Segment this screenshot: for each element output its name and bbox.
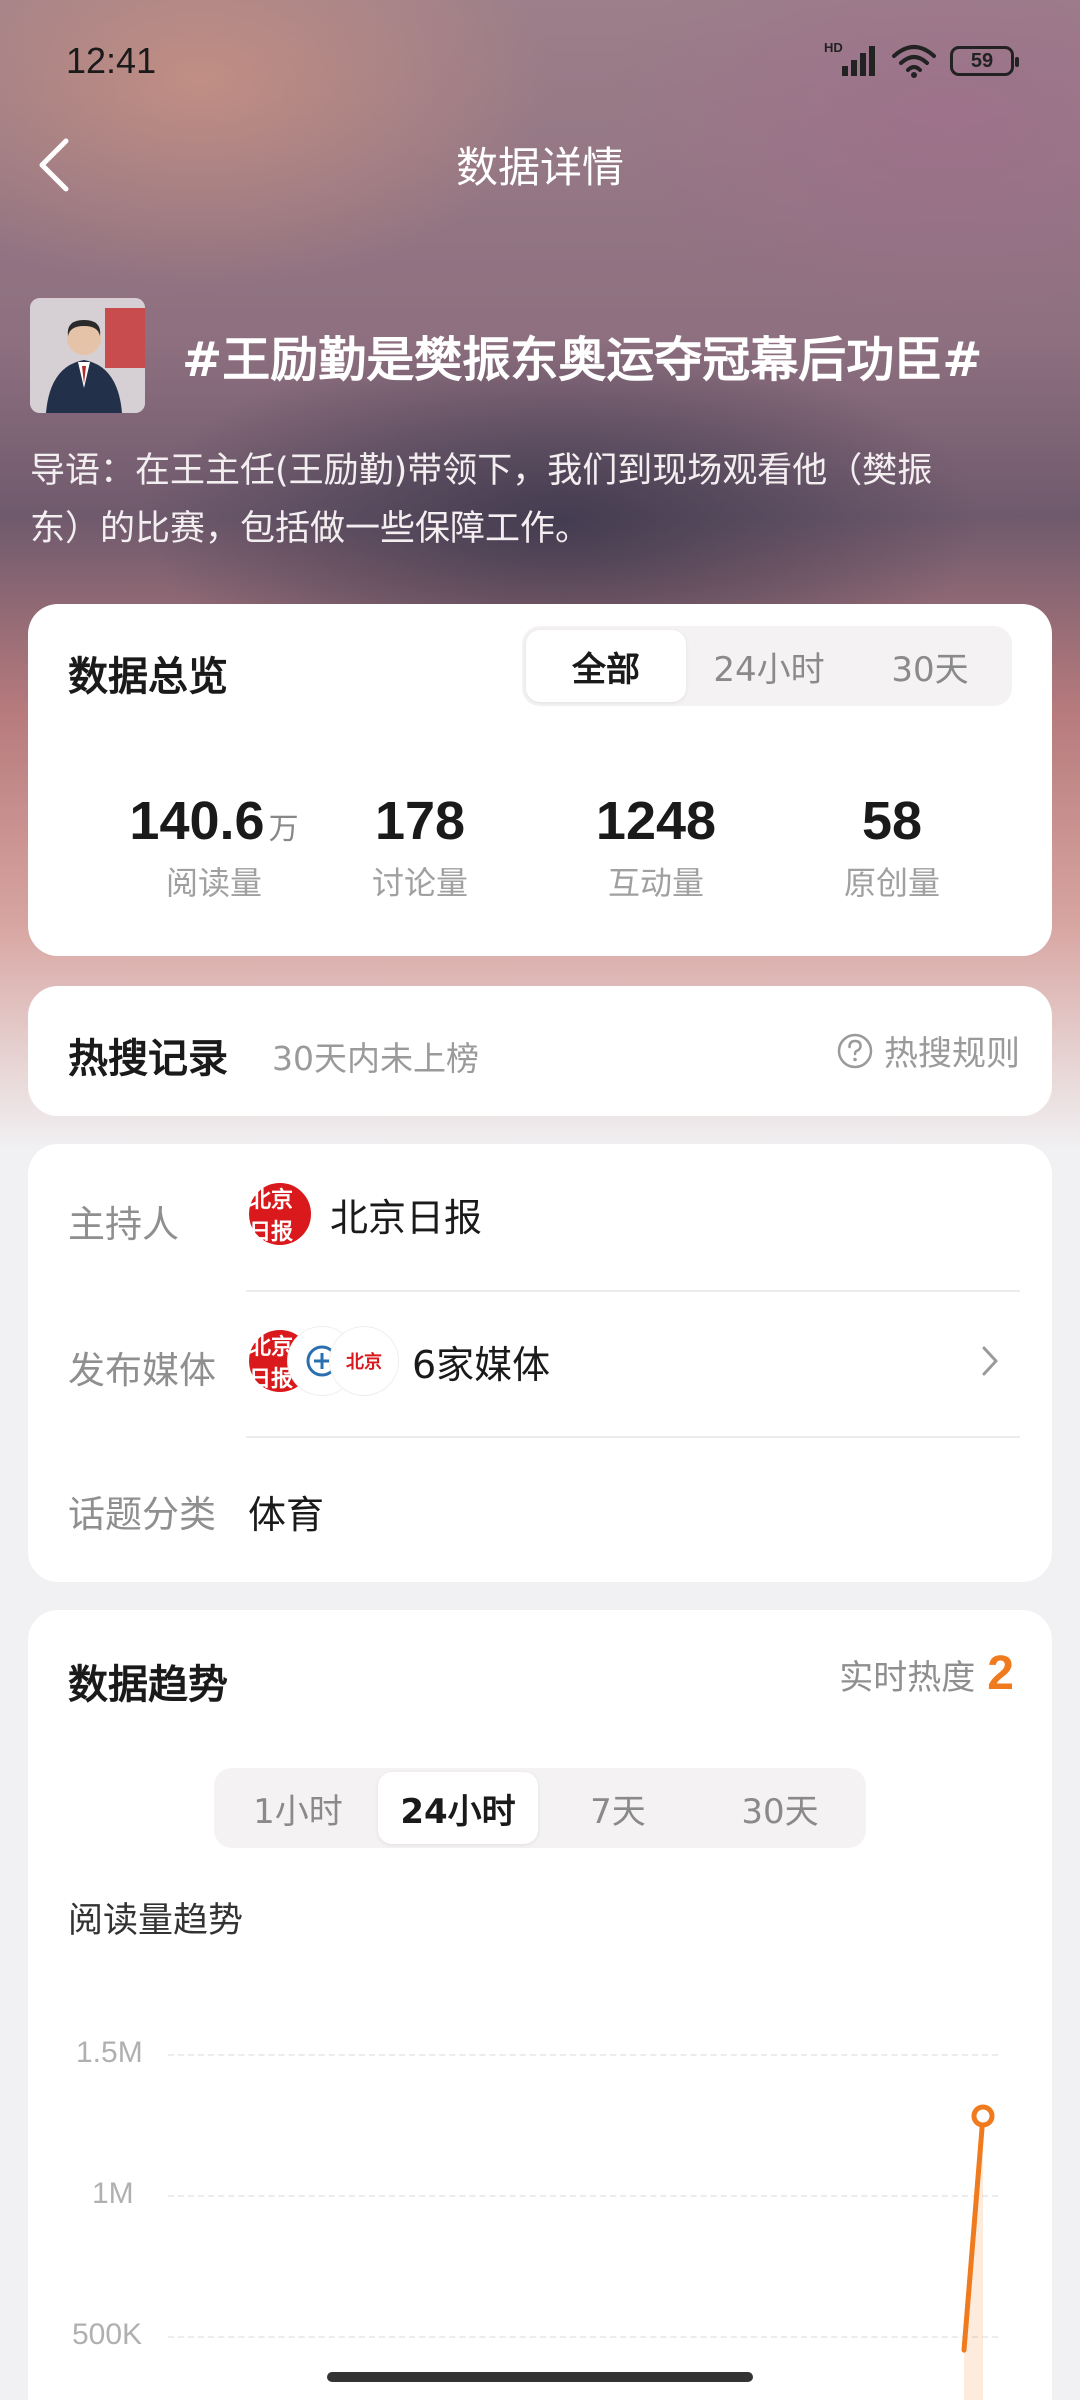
- wifi-icon: [892, 45, 936, 78]
- stat-interactions: 1248 互动量: [536, 790, 776, 904]
- reads-trend-chart: [961, 2104, 995, 2400]
- stat-value: 178: [374, 791, 466, 851]
- stat-value: 140.6: [129, 791, 265, 851]
- battery-icon: 59: [950, 46, 1019, 76]
- home-indicator[interactable]: [327, 2372, 753, 2382]
- divider: [246, 1436, 1020, 1438]
- category-label: 话题分类: [68, 1493, 216, 1536]
- topic-title: #王励勤是樊振东奥运夺冠幕后功臣#: [182, 332, 983, 388]
- signal-icon: HD: [824, 40, 878, 78]
- hot-search-title: 热搜记录: [68, 1036, 228, 1082]
- stat-label: 阅读量: [165, 864, 262, 902]
- hot-search-rules-label: 热搜规则: [884, 1034, 1020, 1074]
- topic-intro-line: 东）的比赛，包括做一些保障工作。: [30, 509, 591, 549]
- tab-30d[interactable]: 30天: [852, 630, 1008, 702]
- trend-card: 数据趋势 实时热度 2 1小时 24小时 7天 30天 阅读量趋势 1.5M 1…: [28, 1610, 1052, 2400]
- stat-value: 58: [861, 791, 923, 851]
- stat-reads: 140.6 万 阅读量: [94, 790, 334, 904]
- stat-originals: 58 原创量: [772, 790, 1012, 904]
- help-icon: [837, 1033, 873, 1068]
- stat-value: 1248: [595, 791, 717, 851]
- stat-label: 原创量: [843, 864, 940, 902]
- tab-24h[interactable]: 24小时: [686, 630, 852, 702]
- overview-title: 数据总览: [68, 654, 228, 700]
- host-row[interactable]: 北京日报 北京日报: [246, 1180, 482, 1248]
- status-time: 12:41: [66, 40, 157, 81]
- media-logos: 北京日报 北京: [246, 1327, 398, 1395]
- media-value: 6家媒体: [412, 1342, 551, 1387]
- stat-unit: 万: [268, 812, 299, 847]
- stat-label: 互动量: [607, 864, 704, 902]
- category-value: 体育: [248, 1493, 325, 1537]
- media-logo-red: 北京: [330, 1327, 398, 1395]
- stat-discussions: 178 讨论量: [300, 790, 540, 904]
- hot-search-rules-link[interactable]: 热搜规则: [836, 1026, 1020, 1075]
- beijing-daily-logo: 北京日报: [246, 1180, 314, 1248]
- status-icons: HD 59: [824, 40, 1019, 78]
- overview-range-tabs: 全部 24小时 30天: [522, 626, 1012, 706]
- media-row[interactable]: 北京日报 北京 6家媒体: [246, 1326, 1036, 1396]
- stat-label: 讨论量: [371, 864, 468, 902]
- media-label: 发布媒体: [68, 1349, 216, 1392]
- topic-info-card: 主持人 北京日报 北京日报 发布媒体 北京日报 北京 6家媒体 话题分类 体育: [28, 1144, 1052, 1582]
- host-value: 北京日报: [330, 1195, 483, 1240]
- hot-search-note: 30天内未上榜: [272, 1039, 479, 1078]
- chevron-right-icon: [982, 1346, 998, 1376]
- page-title: 数据详情: [455, 143, 624, 192]
- hot-search-card: 热搜记录 30天内未上榜 热搜规则: [28, 986, 1052, 1116]
- topic-intro: 导语：在王主任(王励勤)带领下，我们到现场观看他（樊振 东）的比赛，包括做一些保…: [30, 442, 1050, 558]
- topic-intro-line: 导语：在王主任(王励勤)带领下，我们到现场观看他（樊振: [30, 451, 933, 491]
- topic-thumbnail: [30, 298, 145, 413]
- overview-card: 数据总览 全部 24小时 30天 140.6 万 阅读量 178 讨论量 1248…: [28, 604, 1052, 956]
- trend-point[interactable]: [971, 2104, 995, 2128]
- divider: [246, 1290, 1020, 1292]
- tab-all[interactable]: 全部: [526, 630, 686, 702]
- host-label: 主持人: [68, 1203, 179, 1246]
